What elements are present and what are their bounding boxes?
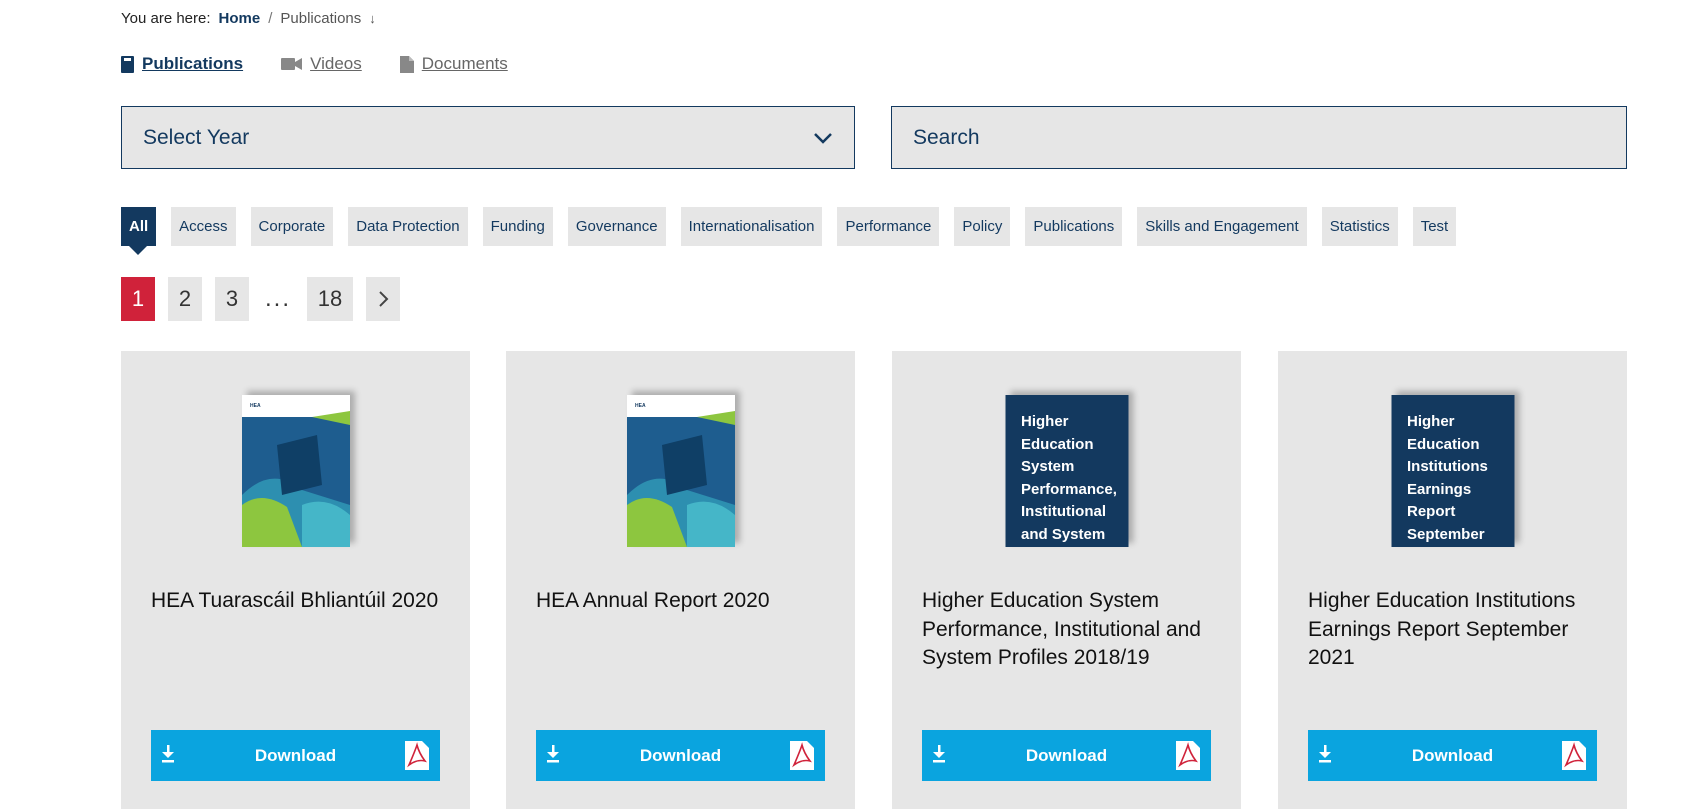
download-icon [547,745,559,763]
book-icon [121,55,134,73]
category-internationalisation[interactable]: Internationalisation [680,207,823,246]
download-button[interactable]: Download [922,730,1211,781]
search-box[interactable] [891,106,1627,169]
category-governance[interactable]: Governance [567,207,666,246]
publication-card: Higher Education Institutions Earnings R… [1278,351,1627,809]
report-cover-text: Higher Education Institutions Earnings R… [1391,395,1514,547]
tab-publications[interactable]: Publications [121,54,243,74]
category-performance[interactable]: Performance [837,207,940,246]
year-select-label: Select Year [143,125,250,149]
category-filter-bar: All Access Corporate Data Protection Fun… [121,207,1471,255]
breadcrumb-current: Publications [280,10,362,27]
report-cover-image: HEA [241,395,350,547]
publication-card: HEA HEA Tuarascáil Bhliantúil 2020 Downl… [121,351,470,809]
media-type-tabs: Publications Videos Documents [121,54,508,74]
category-corporate[interactable]: Corporate [250,207,334,246]
category-publications[interactable]: Publications [1025,207,1123,246]
category-funding[interactable]: Funding [482,207,553,246]
publication-card: HEA HEA Annual Report 2020 Download [506,351,855,809]
breadcrumb-home-link[interactable]: Home [219,10,261,27]
category-access[interactable]: Access [171,207,236,246]
publication-title[interactable]: HEA Tuarascáil Bhliantúil 2020 [151,587,451,616]
category-test[interactable]: Test [1412,207,1457,246]
breadcrumb-separator: / [268,10,273,27]
page-button-3[interactable]: 3 [215,277,249,321]
page-button-last[interactable]: 18 [307,277,353,321]
pdf-icon [1562,741,1586,770]
page-button-1[interactable]: 1 [121,277,155,321]
tab-documents[interactable]: Documents [399,54,508,74]
page-button-2[interactable]: 2 [168,277,202,321]
tab-videos[interactable]: Videos [281,54,362,74]
publication-title[interactable]: Higher Education Institutions Earnings R… [1308,587,1608,673]
pdf-icon [790,741,814,770]
next-page-button[interactable] [366,277,400,321]
search-input[interactable] [913,107,1605,168]
download-button[interactable]: Download [151,730,440,781]
category-all[interactable]: All [121,207,157,255]
year-select[interactable]: Select Year [121,106,855,169]
download-icon [1319,745,1331,763]
publication-card: Higher Education System Performance, Ins… [892,351,1241,809]
download-button-label: Download [639,745,722,765]
pdf-icon [1176,741,1200,770]
publication-title[interactable]: HEA Annual Report 2020 [536,587,836,616]
download-icon [933,745,945,763]
report-cover-image: HEA [626,395,735,547]
download-icon [162,745,174,763]
pagination-ellipsis: ... [264,285,291,312]
pagination: 1 2 3 ... 18 [121,277,400,321]
publication-title[interactable]: Higher Education System Performance, Ins… [922,587,1222,673]
document-icon [399,55,414,73]
pdf-icon [405,741,429,770]
chevron-down-icon [814,132,832,144]
download-button[interactable]: Download [1308,730,1597,781]
category-skills-and-engagement[interactable]: Skills and Engagement [1137,207,1307,246]
download-button-label: Download [254,745,337,765]
download-button-label: Download [1025,745,1108,765]
video-camera-icon [281,58,303,70]
category-policy[interactable]: Policy [954,207,1011,246]
tab-publications-label: Publications [142,54,244,73]
tab-documents-label: Documents [421,54,508,73]
svg-text:HEA: HEA [250,403,261,409]
chevron-right-icon [378,291,388,307]
download-button-label: Download [1411,745,1494,765]
svg-text:HEA: HEA [635,403,646,409]
arrow-down-icon: ↓ [369,11,376,26]
download-button[interactable]: Download [536,730,825,781]
tab-videos-label: Videos [310,54,362,73]
category-statistics[interactable]: Statistics [1321,207,1398,246]
category-data-protection[interactable]: Data Protection [348,207,468,246]
breadcrumb-prefix: You are here: [121,10,211,27]
breadcrumb: You are here: Home / Publications ↓ [121,10,376,27]
report-cover-text: Higher Education System Performance, Ins… [1005,395,1128,547]
